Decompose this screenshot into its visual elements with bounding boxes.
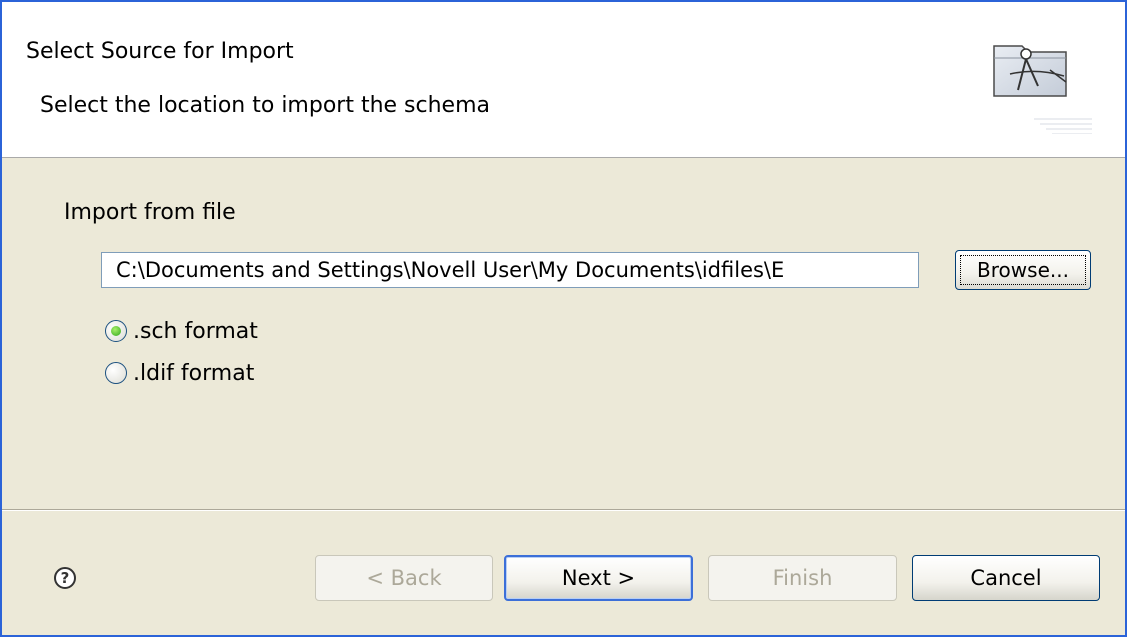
- question-icon[interactable]: ?: [54, 567, 76, 589]
- wizard-import-icon: [993, 45, 1092, 134]
- cancel-button[interactable]: Cancel: [912, 555, 1100, 601]
- browse-button[interactable]: Browse...: [955, 250, 1091, 290]
- radio-sch-format[interactable]: .sch format: [105, 316, 258, 346]
- radio-button-unchecked[interactable]: [105, 362, 127, 384]
- radio-button-checked[interactable]: [105, 320, 127, 342]
- wizard-header: Select Source for Import Select the loca…: [2, 2, 1125, 158]
- file-path-field[interactable]: [101, 252, 919, 288]
- page-description: Select the location to import the schema: [40, 93, 491, 118]
- import-wizard-dialog: Select Source for Import Select the loca…: [0, 0, 1127, 637]
- radio-label-sch: .sch format: [133, 318, 258, 344]
- page-title: Select Source for Import: [26, 39, 294, 64]
- next-button[interactable]: Next >: [504, 555, 693, 601]
- wizard-content: Import from file Browse... .sch format .…: [2, 158, 1125, 509]
- radio-label-ldif: .ldif format: [133, 360, 255, 386]
- focus-ring: [960, 255, 1086, 285]
- footer-separator: [2, 509, 1125, 511]
- back-button[interactable]: < Back: [315, 555, 493, 601]
- radio-ldif-format[interactable]: .ldif format: [105, 358, 254, 388]
- finish-button[interactable]: Finish: [708, 555, 897, 601]
- import-from-file-label: Import from file: [64, 200, 236, 225]
